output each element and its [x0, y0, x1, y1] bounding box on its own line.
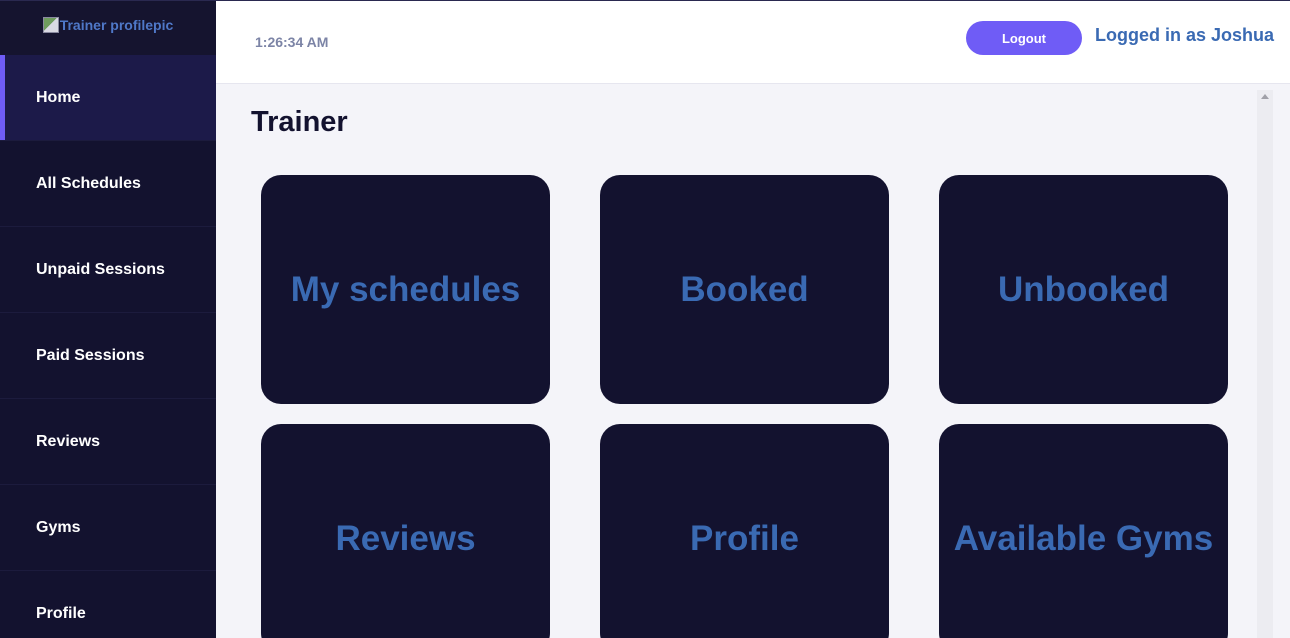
sidebar-item-home[interactable]: Home [0, 55, 216, 141]
clock-time: 1:26:34 AM [255, 34, 329, 50]
sidebar-item-reviews[interactable]: Reviews [0, 399, 216, 485]
sidebar-item-profile[interactable]: Profile [0, 571, 216, 638]
card-label: My schedules [290, 269, 521, 309]
sidebar-item-label: Unpaid Sessions [36, 260, 165, 278]
card-label: Available Gyms [953, 518, 1214, 558]
sidebar-item-label: Paid Sessions [36, 346, 145, 364]
card-label: Profile [690, 518, 799, 558]
card-unbooked[interactable]: Unbooked [939, 175, 1228, 404]
card-label: Booked [680, 269, 809, 309]
profilepic-alt-text: Trainer profilepic [59, 17, 174, 33]
sidebar-logo: Trainer profilepic [0, 1, 216, 55]
vertical-scrollbar[interactable] [1257, 90, 1273, 638]
trainer-profilepic: Trainer profilepic [42, 17, 174, 55]
card-label: Reviews [335, 518, 476, 558]
main-content: Trainer My schedules Booked Unbooked Rev… [216, 84, 1290, 638]
sidebar-item-label: Gyms [36, 518, 81, 536]
top-header: 1:26:34 AM Logout Logged in as Joshua [216, 0, 1290, 84]
card-reviews[interactable]: Reviews [261, 424, 550, 638]
page-title: Trainer [251, 106, 348, 138]
sidebar-item-label: Home [36, 88, 81, 106]
sidebar-item-unpaid-sessions[interactable]: Unpaid Sessions [0, 227, 216, 313]
app-window: Trainer profilepic Home All Schedules Un… [0, 0, 1290, 638]
scroll-up-arrow-icon[interactable] [1261, 94, 1269, 99]
card-label: Unbooked [997, 269, 1170, 309]
broken-image-icon [42, 17, 59, 33]
sidebar-item-label: All Schedules [36, 174, 141, 192]
card-available-gyms[interactable]: Available Gyms [939, 424, 1228, 638]
logout-button[interactable]: Logout [966, 21, 1082, 55]
card-my-schedules[interactable]: My schedules [261, 175, 550, 404]
logged-in-user: Logged in as Joshua [1095, 25, 1275, 45]
sidebar-item-gyms[interactable]: Gyms [0, 485, 216, 571]
sidebar-nav: Home All Schedules Unpaid Sessions Paid … [0, 55, 216, 638]
sidebar-item-label: Reviews [36, 432, 101, 450]
sidebar-item-label: Profile [36, 604, 86, 622]
sidebar-item-all-schedules[interactable]: All Schedules [0, 141, 216, 227]
sidebar-item-paid-sessions[interactable]: Paid Sessions [0, 313, 216, 399]
card-booked[interactable]: Booked [600, 175, 889, 404]
card-profile[interactable]: Profile [600, 424, 889, 638]
sidebar: Trainer profilepic Home All Schedules Un… [0, 0, 216, 638]
